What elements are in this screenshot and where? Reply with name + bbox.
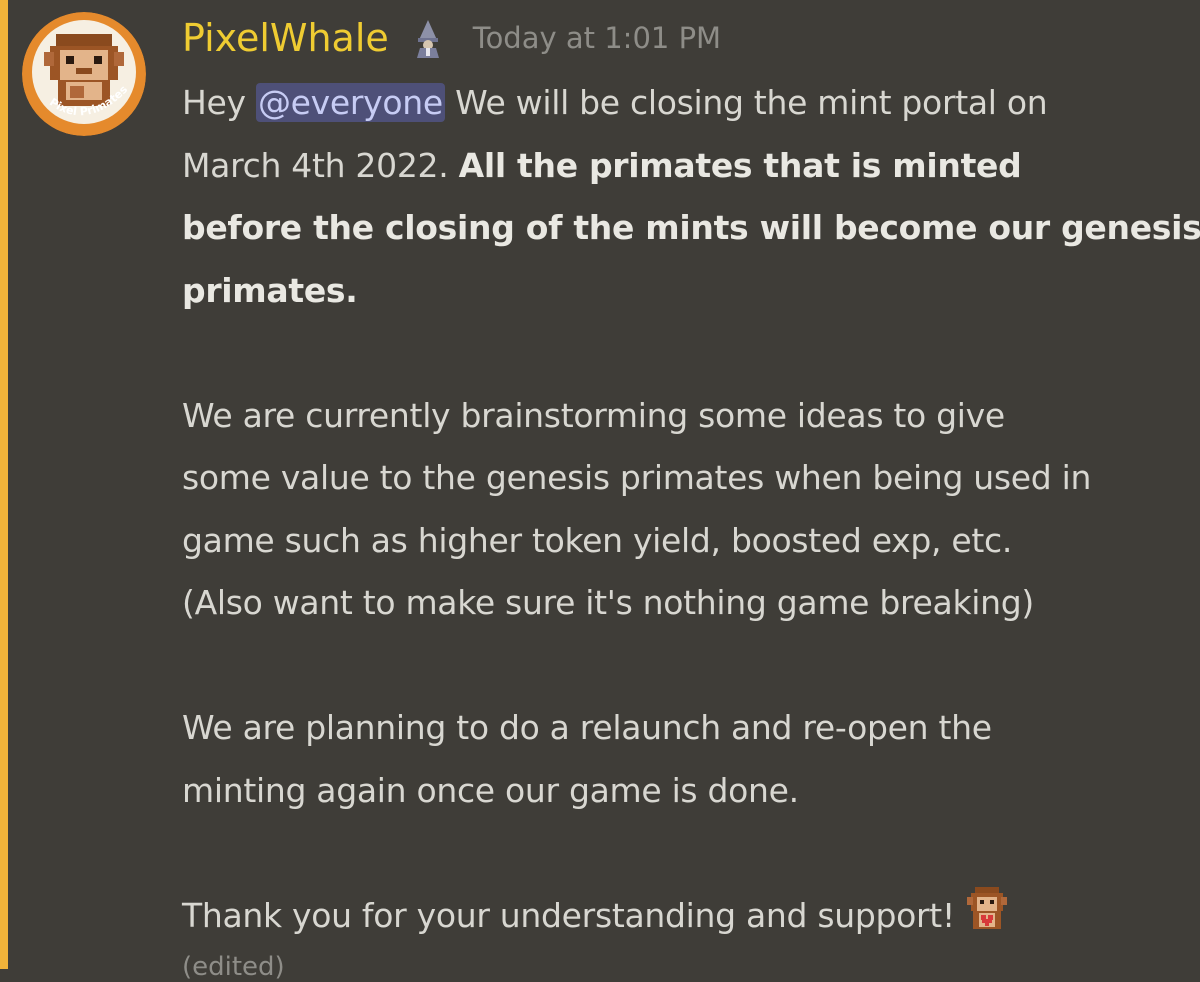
wizard-icon[interactable] [411,18,445,58]
avatar-caption: Pixel Primates [47,83,130,119]
message-line: game such as higher token yield, boosted… [182,510,1192,573]
message-line: primates. [182,260,1192,323]
message-line: We are currently brainstorming some idea… [182,385,1192,448]
edited-label: (edited) [182,952,285,982]
message-line: March 4th 2022. All the primates that is… [182,135,1192,198]
message-text: We are currently brainstorming some idea… [182,395,1005,435]
message-line: before the closing of the mints will bec… [182,197,1200,260]
bold-text: All the primates that is minted [458,145,1022,185]
message-line: (Also want to make sure it's nothing gam… [182,572,1192,635]
message-text: March 4th 2022. [182,145,459,185]
message-text: game such as higher token yield, boosted… [182,520,1013,560]
message-line: Thank you for your understanding and sup… [182,885,1192,948]
avatar[interactable]: Pixel Primates [22,12,146,136]
bold-text: before the closing of the mints will bec… [182,208,1200,247]
message-line: minting again once our game is done. [182,760,1192,823]
message-text: (Also want to make sure it's nothing gam… [182,583,1034,622]
message-text: We are planning to do a relaunch and re-… [182,708,992,747]
bold-text: primates. [182,270,358,310]
svg-text:Pixel Primates: Pixel Primates [47,83,130,119]
primate-heart-emoji-icon[interactable] [963,885,1011,933]
message-content: Hey @everyone We will be closing the min… [182,72,1200,948]
message-timestamp[interactable]: Today at 1:01 PM [473,10,721,66]
message-text: some value to the genesis primates when … [182,458,1092,497]
message-line: some value to the genesis primates when … [182,447,1192,510]
message-header: PixelWhale Today at 1:01 PM [182,10,721,66]
message-line: Hey @everyone We will be closing the min… [182,72,1192,135]
chat-message: Pixel Primates PixelWhale Today at 1:01 … [0,0,1200,982]
mention-highlight-bar [0,0,8,969]
everyone-mention[interactable]: @everyone [255,83,445,122]
message-line: We are planning to do a relaunch and re-… [182,697,1192,760]
message-text: We will be closing the mint portal on [444,83,1048,122]
message-text: Thank you for your understanding and sup… [182,895,955,935]
message-text: Hey [182,83,256,122]
author-name[interactable]: PixelWhale [182,10,389,66]
message-text: minting again once our game is done. [182,770,799,810]
